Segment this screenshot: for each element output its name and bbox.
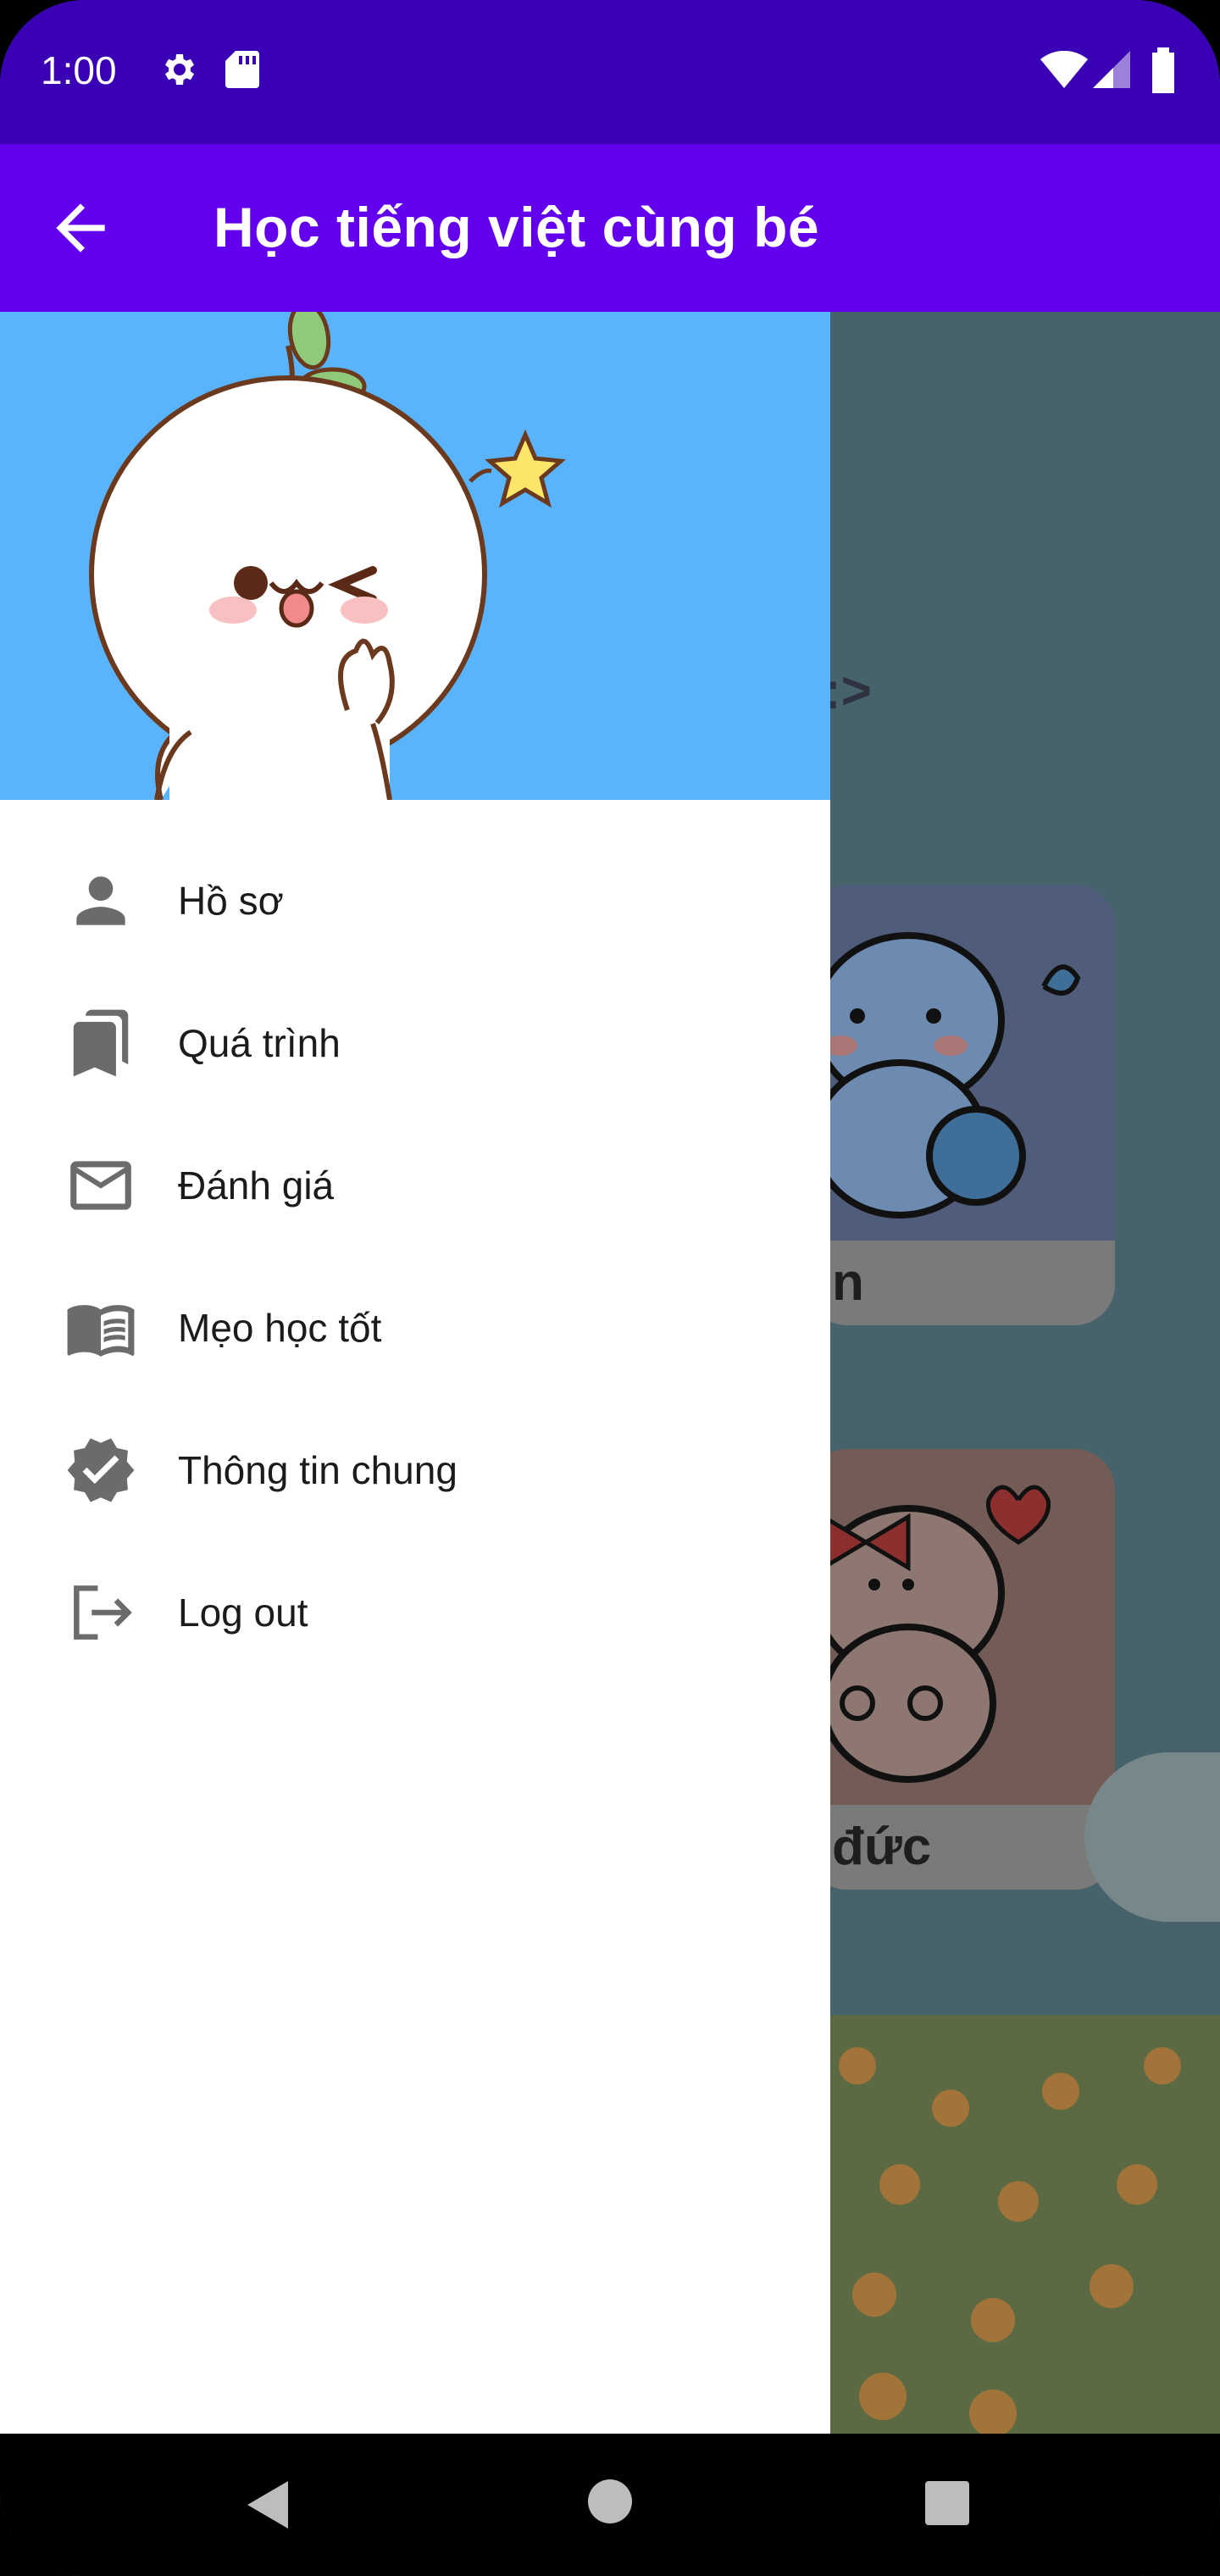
drawer-header bbox=[0, 312, 830, 800]
recents-square-icon[interactable] bbox=[925, 2481, 969, 2525]
drawer-item-label: Hồ sơ bbox=[178, 879, 284, 923]
lesson-card-label: n bbox=[807, 1241, 1115, 1325]
drawer-item-label: Thông tin chung bbox=[178, 1448, 458, 1492]
background-partial-text: :> bbox=[824, 662, 872, 720]
sd-card-icon bbox=[225, 51, 259, 88]
drawer-item-progress[interactable]: Quá trình bbox=[0, 969, 830, 1112]
drawer-item-logout[interactable]: Log out bbox=[0, 1539, 830, 1681]
drawer-item-label: Đánh giá bbox=[178, 1163, 335, 1208]
drawer-item-label: Mẹo học tốt bbox=[178, 1306, 382, 1350]
verified-icon bbox=[67, 1438, 135, 1502]
mail-icon bbox=[70, 1161, 131, 1210]
home-circle-icon[interactable] bbox=[586, 2478, 634, 2525]
navigation-drawer: Hồ sơ Quá trình Đánh giá Mẹo học tốt Thô bbox=[0, 312, 830, 2434]
app-title: Học tiếng việt cùng bé bbox=[214, 196, 820, 258]
status-bar: 1:00 bbox=[0, 0, 1220, 144]
signal-icon bbox=[1093, 51, 1130, 88]
meadow-decoration bbox=[807, 2015, 1220, 2437]
lesson-card: n bbox=[807, 885, 1115, 1325]
logout-icon bbox=[74, 1585, 132, 1640]
app-bar: Học tiếng việt cùng bé bbox=[0, 144, 1220, 312]
elephant-illustration bbox=[812, 932, 1081, 1219]
status-time: 1:00 bbox=[41, 48, 117, 92]
drawer-item-profile[interactable]: Hồ sơ bbox=[0, 827, 830, 969]
drawer-item-study-tips[interactable]: Mẹo học tốt bbox=[0, 1254, 830, 1396]
flowers-illustration bbox=[839, 2047, 1181, 2437]
drawer-item-general-info[interactable]: Thông tin chung bbox=[0, 1396, 830, 1539]
person-icon bbox=[76, 876, 125, 925]
book-icon bbox=[67, 1305, 135, 1357]
drawer-item-feedback[interactable]: Đánh giá bbox=[0, 1112, 830, 1254]
lesson-card-label: đức bbox=[807, 1805, 1115, 1890]
gear-icon bbox=[165, 54, 194, 85]
bunny-illustration bbox=[812, 1485, 1051, 1783]
mascot-image bbox=[89, 312, 567, 800]
lesson-card: đức bbox=[807, 1449, 1115, 1890]
drawer-item-label: Log out bbox=[178, 1591, 308, 1635]
phone-screen: 1:00 Học tiếng việt cùng bé :> n đức Hồ … bbox=[0, 0, 1220, 2576]
bookmarks-icon bbox=[73, 1009, 129, 1077]
drawer-item-label: Quá trình bbox=[178, 1021, 341, 1065]
battery-icon bbox=[1152, 47, 1174, 93]
system-nav-bar bbox=[0, 2434, 1220, 2576]
wifi-icon bbox=[1040, 51, 1088, 88]
back-triangle-icon[interactable] bbox=[244, 2478, 295, 2532]
arrow-back-icon[interactable] bbox=[44, 192, 117, 264]
